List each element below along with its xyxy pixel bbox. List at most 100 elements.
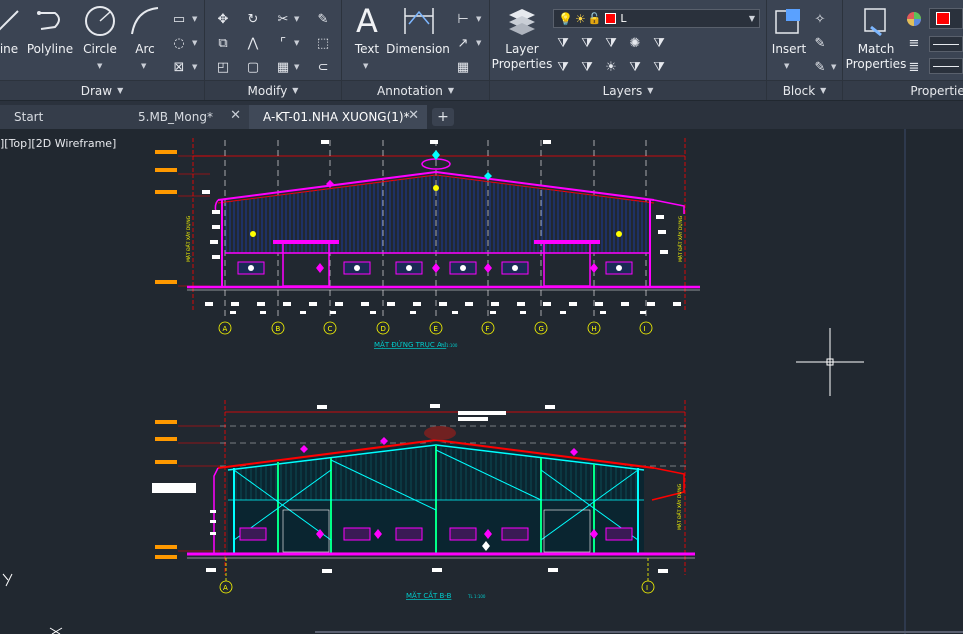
circle-button[interactable]: Circle ▼ xyxy=(80,4,120,70)
properties-panel-title[interactable]: Properties xyxy=(843,80,963,100)
layer-properties-button[interactable]: Layer Properties xyxy=(492,4,552,72)
axis-label: G xyxy=(539,325,544,333)
block-attribute-icon[interactable]: ✎ xyxy=(811,58,829,76)
layer-walk-icon[interactable]: ⧩ xyxy=(578,58,596,76)
plus-icon: + xyxy=(437,109,449,125)
modify-panel-title[interactable]: Modify ▼ xyxy=(205,80,341,100)
linear-dimension-icon[interactable]: ⊢ xyxy=(454,10,472,28)
polyline-label: Polyline xyxy=(26,42,74,56)
layers-panel-title[interactable]: Layers ▼ xyxy=(490,80,766,100)
draw-panel: ine Polyline Circle ▼ Arc ▼ ▭ ▼ ◌ ▼ ⊠ ▼ … xyxy=(0,0,205,100)
tab-a-kt-01[interactable]: A-KT-01.NHA XUONG(1)* ✕ xyxy=(249,105,427,129)
block-panel-title[interactable]: Block ▼ xyxy=(767,80,842,100)
new-tab-button[interactable]: + xyxy=(432,108,454,126)
insert-button[interactable]: Insert ▼ xyxy=(769,4,809,70)
ucs-icon xyxy=(2,573,63,634)
drawing-canvas[interactable]: A B C D E F G H I MẶT ĐỨNG TRỤC A-I TL 1:100 MẶT… xyxy=(0,129,963,634)
tab-5mb-mong[interactable]: 5.MB_Mong* ✕ xyxy=(124,105,249,129)
edit-block-icon[interactable]: ✎ xyxy=(811,34,829,52)
linetype-icon[interactable]: ≣ xyxy=(905,58,923,76)
layer-dropdown[interactable]: 💡 ☀ 🔓 L ▼ xyxy=(553,9,760,28)
crosshair-cursor xyxy=(796,328,864,396)
draw-panel-title[interactable]: Draw ▼ xyxy=(0,80,204,100)
leader-icon[interactable]: ↗ xyxy=(454,34,472,52)
lightbulb-icon: 💡 xyxy=(558,11,573,26)
axis-label-a: A xyxy=(223,584,228,592)
polyline-button[interactable]: Polyline xyxy=(26,4,74,57)
circle-icon xyxy=(83,4,117,38)
line-icon xyxy=(0,4,26,38)
elevation-drawing: A B C D E F G H I MẶT ĐỨNG TRỤC A-I TL 1:100 MẶT… xyxy=(155,138,700,349)
color-dropdown[interactable] xyxy=(929,8,963,29)
viewport-controls-label[interactable]: ][Top][2D Wireframe] xyxy=(0,137,116,150)
offset-icon[interactable]: ⊂ xyxy=(314,58,332,76)
tab-start[interactable]: Start xyxy=(0,105,126,129)
mirror-icon[interactable]: ⋀ xyxy=(244,34,262,52)
axis-label: H xyxy=(592,325,597,333)
line-button[interactable]: ine xyxy=(0,4,24,57)
hatch-icon[interactable]: ◌ xyxy=(170,34,188,52)
axis-label: B xyxy=(276,325,281,333)
text-icon: A xyxy=(356,2,378,40)
layer-thaw-icon[interactable]: ☀ xyxy=(602,58,620,76)
rectangle-icon[interactable]: ▭ xyxy=(170,10,188,28)
section-drawing: A I MẶT CẮT B-B TL 1:100 MẶT ĐẤT XÂY DỰN… xyxy=(152,400,695,600)
section-scale-note: TL 1:100 xyxy=(467,594,486,599)
lineweight-dropdown[interactable] xyxy=(929,36,963,52)
layer-lock-icon[interactable]: ⧩ xyxy=(650,34,668,52)
elevation-title: MẶT ĐỨNG TRỤC A-I xyxy=(374,340,446,349)
file-tab-bar: Start 5.MB_Mong* ✕ A-KT-01.NHA XUONG(1)* ✕ xyxy=(0,101,963,129)
fillet-icon[interactable]: ⌜ xyxy=(274,34,292,52)
layer-properties-label: Layer Properties xyxy=(491,42,553,71)
section-grade-note: MẶT ĐẤT XÂY DỰNG xyxy=(675,483,683,530)
text-button[interactable]: A Text ▼ xyxy=(350,2,384,70)
insert-label: Insert xyxy=(771,42,807,56)
layer-isolate-icon[interactable]: ⧩ xyxy=(602,34,620,52)
trim-icon[interactable]: ✂ xyxy=(274,10,292,28)
circle-label: Circle xyxy=(83,42,117,56)
elevation-grade-note-left: MẶT ĐẤT XÂY DỰNG xyxy=(184,215,192,262)
match-properties-label: Match Properties xyxy=(845,42,907,71)
annotation-panel-title[interactable]: Annotation ▼ xyxy=(342,80,489,100)
layer-match-icon[interactable]: ⧩ xyxy=(554,34,572,52)
line-label: ine xyxy=(0,42,19,56)
scale-icon[interactable]: ▢ xyxy=(244,58,262,76)
axis-label-i: I xyxy=(646,584,648,592)
table-icon[interactable]: ▦ xyxy=(454,58,472,76)
annotation-panel: A Text ▼ Dimension ⊢ ▼ ↗ ▼ ▦ Annotation ▼ xyxy=(342,0,490,100)
layer-merge-icon[interactable]: ⧩ xyxy=(650,58,668,76)
dimension-button[interactable]: Dimension xyxy=(386,4,450,57)
axis-label: E xyxy=(434,325,438,333)
rotate-icon[interactable]: ↻ xyxy=(244,10,262,28)
arc-button[interactable]: Arc ▼ xyxy=(128,4,162,70)
layer-freeze-icon[interactable]: ✺ xyxy=(626,34,644,52)
axis-label: A xyxy=(223,325,228,333)
explode-icon[interactable]: ⬚ xyxy=(314,34,332,52)
tab-label: 5.MB_Mong* xyxy=(138,110,213,124)
create-block-icon[interactable]: ✧ xyxy=(811,10,829,28)
array-icon[interactable]: ▦ xyxy=(274,58,292,76)
linetype-dropdown[interactable] xyxy=(929,58,963,74)
close-icon[interactable]: ✕ xyxy=(230,108,241,123)
text-label: Text xyxy=(354,42,380,56)
erase-icon[interactable]: ✎ xyxy=(314,10,332,28)
axis-label: F xyxy=(486,325,490,333)
color-wheel-icon[interactable] xyxy=(905,10,923,28)
chevron-down-icon: ▼ xyxy=(748,14,755,23)
tab-label: A-KT-01.NHA XUONG(1)* xyxy=(263,110,410,124)
boundary-icon[interactable]: ⊠ xyxy=(170,58,188,76)
close-icon[interactable]: ✕ xyxy=(408,108,419,123)
layer-unlock-icon[interactable]: ⧩ xyxy=(626,58,644,76)
axis-label: C xyxy=(328,325,333,333)
move-icon[interactable]: ✥ xyxy=(214,10,232,28)
sun-icon: ☀ xyxy=(574,11,586,26)
match-properties-icon xyxy=(859,4,893,38)
drawing-viewport[interactable]: A B C D E F G H I MẶT ĐỨNG TRỤC A-I TL 1:100 MẶT… xyxy=(0,129,963,634)
stretch-icon[interactable]: ◰ xyxy=(214,58,232,76)
modify-panel: ✥ ↻ ✂ ▼ ✎ ⧉ ⋀ ⌜ ▼ ⬚ ◰ ▢ ▦ ▼ ⊂ Modify ▼ xyxy=(205,0,342,100)
copy-icon[interactable]: ⧉ xyxy=(214,34,232,52)
lineweight-icon[interactable]: ≡ xyxy=(905,34,923,52)
layer-previous-icon[interactable]: ⧩ xyxy=(578,34,596,52)
layer-on-icon[interactable]: ⧩ xyxy=(554,58,572,76)
match-properties-button[interactable]: Match Properties xyxy=(845,4,907,72)
